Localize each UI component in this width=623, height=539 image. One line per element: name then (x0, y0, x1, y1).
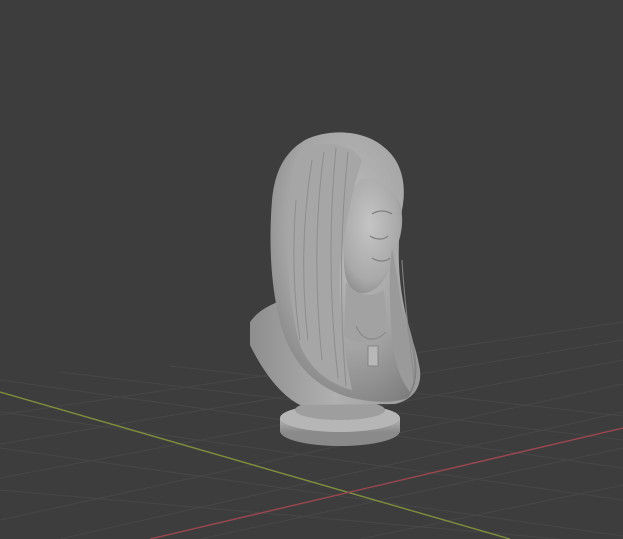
3d-viewport[interactable] (0, 0, 623, 539)
x-axis-line (149, 427, 623, 539)
viewport-canvas[interactable] (0, 0, 623, 539)
bust-model[interactable] (250, 132, 421, 446)
y-axis-line (0, 391, 511, 539)
